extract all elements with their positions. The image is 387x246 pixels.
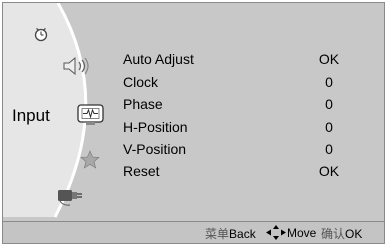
back-hint: 菜单 Back [205, 225, 256, 242]
menu-item-value: OK [318, 51, 340, 67]
move-hint-en: Move [287, 225, 317, 240]
menu-item-h-position[interactable]: H-Position 0 [123, 119, 359, 141]
osd-menu: Input Auto Adjust OK Clock 0 Phase 0 H-P… [2, 2, 385, 244]
menu-item-value: 0 [325, 74, 333, 90]
input-menu-label: Input [12, 106, 50, 125]
menu-item-reset[interactable]: Reset OK [123, 163, 359, 185]
move-hint: Move [266, 225, 316, 240]
menu-item-value: 0 [325, 141, 333, 157]
star-icon[interactable] [80, 150, 100, 169]
back-hint-en: Back [229, 226, 256, 241]
speaker-icon[interactable] [61, 57, 91, 75]
menu-item-phase[interactable]: Phase 0 [123, 96, 359, 118]
ok-hint-cn: 确认 [321, 227, 346, 241]
menu-item-label: Clock [123, 74, 159, 90]
footer-hint-bar: 菜单 Back Move 确认 OK [3, 221, 384, 243]
menu-item-label: Reset [123, 163, 160, 179]
clock-icon[interactable] [33, 26, 49, 42]
menu-item-value: 0 [325, 96, 333, 112]
menu-item-label: H-Position [123, 119, 188, 135]
input-monitor-icon[interactable] [77, 104, 104, 126]
menu-item-auto-adjust[interactable]: Auto Adjust OK [123, 51, 359, 73]
menu-item-label: V-Position [123, 141, 187, 157]
menu-item-clock[interactable]: Clock 0 [123, 74, 359, 96]
menu-item-label: Phase [123, 96, 163, 112]
menu-item-label: Auto Adjust [123, 51, 194, 67]
ok-hint: 确认 OK [321, 225, 362, 242]
menu-item-value: 0 [325, 119, 333, 135]
plug-icon[interactable] [55, 187, 85, 207]
back-hint-cn: 菜单 [205, 227, 230, 241]
move-arrows-icon [266, 225, 286, 240]
menu-item-value: OK [318, 163, 340, 179]
ok-hint-en: OK [345, 226, 363, 241]
menu-item-v-position[interactable]: V-Position 0 [123, 141, 359, 163]
